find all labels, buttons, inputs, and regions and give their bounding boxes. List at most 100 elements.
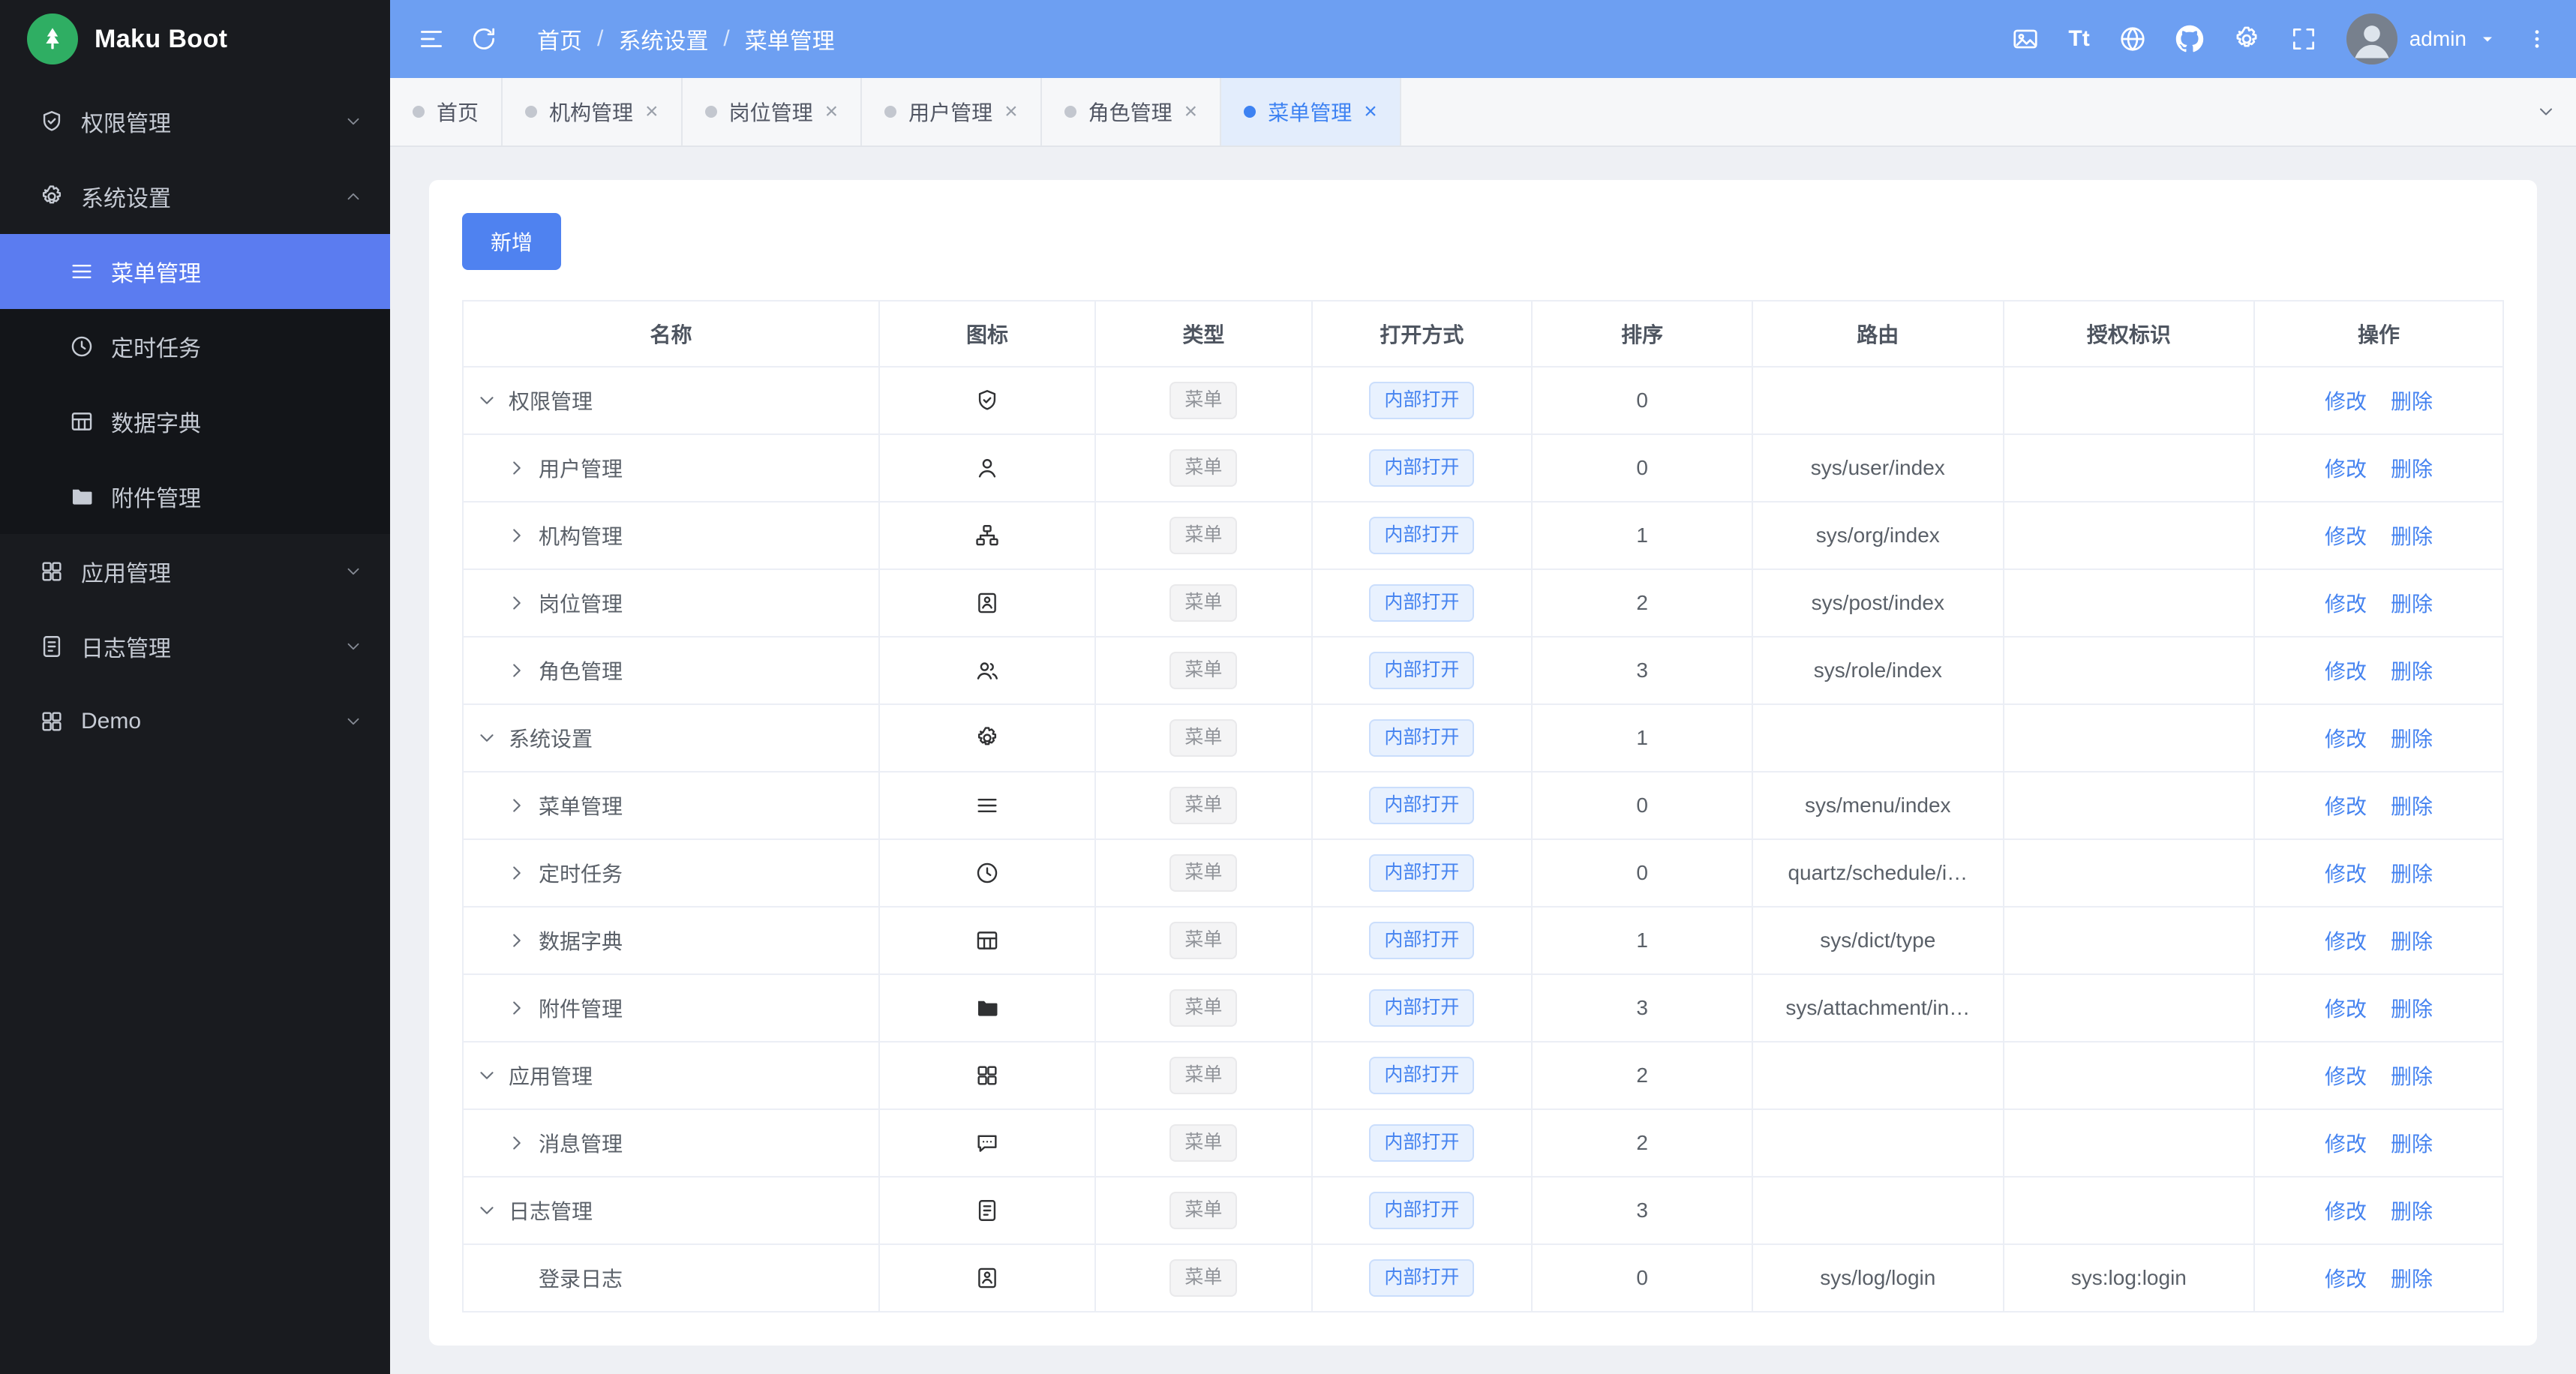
expand-toggle-icon[interactable] bbox=[506, 929, 528, 952]
log-icon bbox=[39, 634, 65, 659]
delete-link[interactable]: 删除 bbox=[2391, 390, 2433, 413]
sidebar-nav: 权限管理 系统设置 菜单管理 定时任务 数据字典 附件管理 应用管理 日志管理 … bbox=[0, 78, 390, 1374]
close-icon[interactable]: × bbox=[1184, 100, 1198, 123]
expand-toggle-icon[interactable] bbox=[506, 862, 528, 884]
type-tag: 菜单 bbox=[1169, 1124, 1238, 1162]
font-size-icon[interactable]: Tt bbox=[2068, 28, 2089, 50]
sidebar-item-log-management[interactable]: 日志管理 bbox=[0, 609, 390, 684]
sidebar-item-scheduled-tasks[interactable]: 定时任务 bbox=[0, 309, 390, 384]
table-row: 定时任务 菜单 内部打开 0 quartz/schedule/i… 修改 删除 bbox=[461, 838, 2504, 908]
expand-toggle-icon[interactable] bbox=[506, 1267, 528, 1289]
table-row: 应用管理 菜单 内部打开 2 修改 删除 bbox=[461, 1041, 2504, 1110]
tab-user-management[interactable]: 用户管理 × bbox=[862, 78, 1042, 146]
delete-link[interactable]: 删除 bbox=[2391, 1065, 2433, 1088]
delete-link[interactable]: 删除 bbox=[2391, 998, 2433, 1021]
expand-toggle-icon[interactable] bbox=[476, 389, 498, 412]
sort-value: 0 bbox=[1531, 434, 1754, 502]
open-mode-tag: 内部打开 bbox=[1369, 652, 1475, 689]
table-row: 附件管理 菜单 内部打开 3 sys/attachment/in… 修改 删除 bbox=[461, 974, 2504, 1042]
table-row: 用户管理 菜单 内部打开 0 sys/user/index 修改 删除 bbox=[461, 434, 2504, 502]
delete-link[interactable]: 删除 bbox=[2391, 862, 2433, 886]
delete-link[interactable]: 删除 bbox=[2391, 525, 2433, 548]
close-icon[interactable]: × bbox=[825, 100, 839, 123]
type-tag: 菜单 bbox=[1169, 854, 1238, 892]
expand-toggle-icon[interactable] bbox=[506, 457, 528, 479]
menu-name: 日志管理 bbox=[509, 1200, 593, 1223]
table-row: 日志管理 菜单 内部打开 3 修改 删除 bbox=[461, 1176, 2504, 1245]
expand-toggle-icon[interactable] bbox=[506, 592, 528, 614]
breadcrumb-system-settings[interactable]: 系统设置 bbox=[618, 22, 708, 56]
globe-icon[interactable] bbox=[2118, 25, 2147, 53]
expand-toggle-icon[interactable] bbox=[476, 1199, 498, 1222]
edit-link[interactable]: 修改 bbox=[2325, 592, 2367, 616]
tab-list-dropdown[interactable] bbox=[2516, 78, 2576, 146]
permission-value bbox=[2002, 501, 2256, 570]
image-icon[interactable] bbox=[2011, 25, 2040, 53]
edit-link[interactable]: 修改 bbox=[2325, 390, 2367, 413]
sort-value: 2 bbox=[1531, 1108, 1754, 1178]
tab-menu-management[interactable]: 菜单管理 × bbox=[1221, 78, 1401, 146]
route-value: sys/dict/type bbox=[1752, 906, 2004, 975]
expand-toggle-icon[interactable] bbox=[476, 727, 498, 749]
expand-toggle-icon[interactable] bbox=[506, 997, 528, 1019]
delete-link[interactable]: 删除 bbox=[2391, 1132, 2433, 1156]
tab-org-management[interactable]: 机构管理 × bbox=[503, 78, 683, 146]
edit-link[interactable]: 修改 bbox=[2325, 1065, 2367, 1088]
sidebar-item-menu-management[interactable]: 菜单管理 bbox=[0, 234, 390, 309]
table-header-row: 名称 图标 类型 打开方式 排序 路由 授权标识 操作 bbox=[461, 300, 2504, 368]
edit-link[interactable]: 修改 bbox=[2325, 1132, 2367, 1156]
delete-link[interactable]: 删除 bbox=[2391, 458, 2433, 481]
github-icon[interactable] bbox=[2175, 25, 2204, 53]
close-icon[interactable]: × bbox=[1004, 100, 1018, 123]
sidebar-item-system-settings[interactable]: 系统设置 bbox=[0, 159, 390, 234]
users-icon bbox=[974, 658, 1000, 683]
breadcrumb-menu-management[interactable]: 菜单管理 bbox=[745, 22, 835, 56]
delete-link[interactable]: 删除 bbox=[2391, 660, 2433, 683]
theme-gear-icon[interactable] bbox=[2232, 25, 2261, 53]
edit-link[interactable]: 修改 bbox=[2325, 458, 2367, 481]
menu-name: 应用管理 bbox=[509, 1065, 593, 1088]
add-button[interactable]: 新增 bbox=[462, 213, 562, 270]
expand-toggle-icon[interactable] bbox=[506, 794, 528, 817]
refresh-icon[interactable] bbox=[470, 25, 498, 53]
sidebar-item-attachments[interactable]: 附件管理 bbox=[0, 459, 390, 534]
edit-link[interactable]: 修改 bbox=[2325, 728, 2367, 751]
tab-role-management[interactable]: 角色管理 × bbox=[1042, 78, 1222, 146]
sort-value: 0 bbox=[1531, 366, 1754, 435]
sidebar-item-permission[interactable]: 权限管理 bbox=[0, 84, 390, 159]
sidebar-item-label: 菜单管理 bbox=[111, 262, 201, 286]
expand-toggle-icon[interactable] bbox=[506, 659, 528, 682]
delete-link[interactable]: 删除 bbox=[2391, 728, 2433, 751]
close-icon[interactable]: × bbox=[1364, 100, 1377, 123]
breadcrumb-home[interactable]: 首页 bbox=[537, 22, 582, 56]
sidebar-item-app-management[interactable]: 应用管理 bbox=[0, 534, 390, 609]
edit-link[interactable]: 修改 bbox=[2325, 1268, 2367, 1291]
menu-card: 新增 名称 图标 类型 打开方式 排序 路由 授权标识 操作 权限管理 菜单 内… bbox=[429, 180, 2537, 1346]
delete-link[interactable]: 删除 bbox=[2391, 795, 2433, 818]
expand-toggle-icon[interactable] bbox=[476, 1064, 498, 1087]
tab-post-management[interactable]: 岗位管理 × bbox=[683, 78, 863, 146]
edit-link[interactable]: 修改 bbox=[2325, 998, 2367, 1021]
edit-link[interactable]: 修改 bbox=[2325, 525, 2367, 548]
delete-link[interactable]: 删除 bbox=[2391, 1200, 2433, 1223]
sidebar-item-data-dictionary[interactable]: 数据字典 bbox=[0, 384, 390, 459]
fullscreen-icon[interactable] bbox=[2289, 25, 2318, 53]
tree-logo-icon bbox=[27, 14, 78, 64]
edit-link[interactable]: 修改 bbox=[2325, 795, 2367, 818]
edit-link[interactable]: 修改 bbox=[2325, 1200, 2367, 1223]
sidebar-fold-icon[interactable] bbox=[417, 25, 446, 53]
user-menu[interactable]: admin bbox=[2346, 14, 2496, 64]
expand-toggle-icon[interactable] bbox=[506, 524, 528, 547]
tab-home[interactable]: 首页 bbox=[390, 78, 503, 146]
delete-link[interactable]: 删除 bbox=[2391, 930, 2433, 953]
kebab-menu-icon[interactable] bbox=[2525, 26, 2549, 52]
sidebar-item-demo[interactable]: Demo bbox=[0, 684, 390, 759]
close-icon[interactable]: × bbox=[645, 100, 659, 123]
app-logo[interactable]: Maku Boot bbox=[0, 0, 390, 78]
expand-toggle-icon[interactable] bbox=[506, 1132, 528, 1154]
delete-link[interactable]: 删除 bbox=[2391, 592, 2433, 616]
edit-link[interactable]: 修改 bbox=[2325, 930, 2367, 953]
edit-link[interactable]: 修改 bbox=[2325, 862, 2367, 886]
delete-link[interactable]: 删除 bbox=[2391, 1268, 2433, 1291]
edit-link[interactable]: 修改 bbox=[2325, 660, 2367, 683]
